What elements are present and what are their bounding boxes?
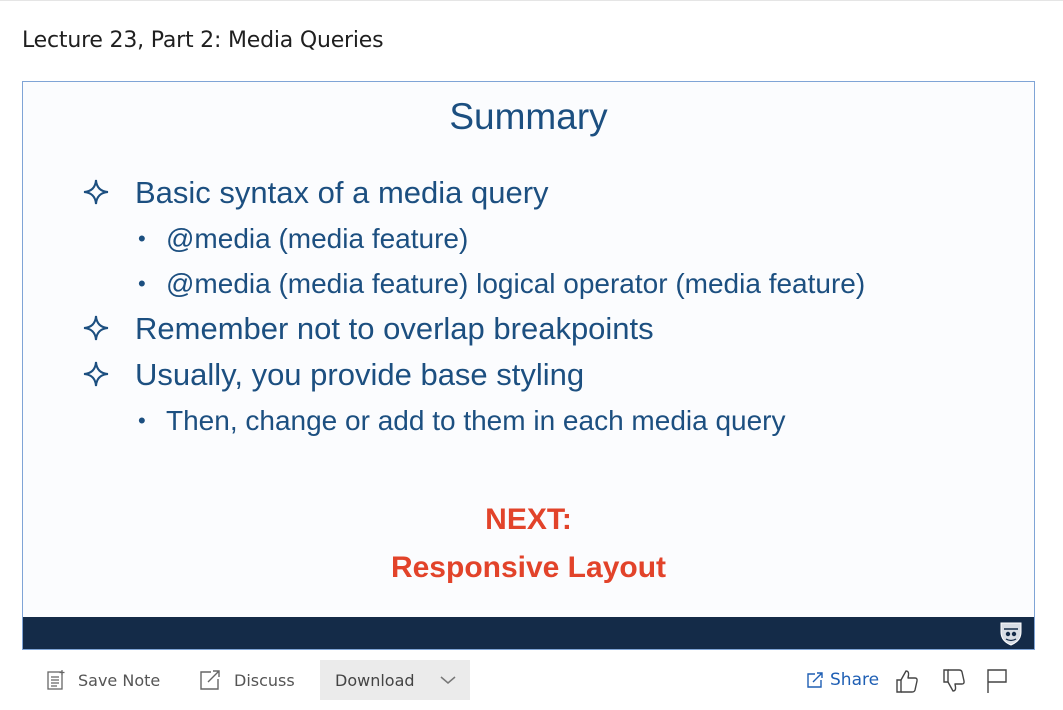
download-label: Download bbox=[335, 670, 415, 690]
slide-bullet: Usually, you provide base styling bbox=[81, 352, 865, 398]
star-bullet-icon bbox=[81, 170, 115, 216]
discuss-label: Discuss bbox=[234, 670, 295, 690]
discuss-button[interactable]: Discuss bbox=[198, 660, 295, 700]
top-divider bbox=[0, 0, 1063, 1]
video-player[interactable]: Summary Basic syntax of a media query • … bbox=[22, 81, 1035, 650]
lecture-title: Lecture 23, Part 2: Media Queries bbox=[22, 28, 384, 53]
chevron-down-icon bbox=[440, 675, 456, 685]
slide-sub-bullet-text: @media (media feature) logical operator … bbox=[166, 268, 866, 299]
download-dropdown[interactable]: Download bbox=[320, 660, 470, 700]
star-bullet-icon bbox=[81, 306, 115, 352]
next-label: NEXT: bbox=[485, 503, 572, 536]
slide-sub-bullet-text: @media (media feature) bbox=[166, 223, 469, 254]
slide-bullet-text: Remember not to overlap breakpoints bbox=[135, 311, 654, 346]
slide-bullet-text: Basic syntax of a media query bbox=[135, 175, 549, 210]
next-title: Responsive Layout bbox=[390, 551, 667, 584]
star-bullet-icon bbox=[81, 352, 115, 398]
external-link-icon bbox=[198, 668, 222, 692]
university-crest-icon bbox=[998, 620, 1024, 649]
slide-sub-bullet: • @media (media feature) bbox=[81, 216, 865, 261]
thumbs-down-icon[interactable] bbox=[941, 668, 967, 699]
slide-footer-bar bbox=[23, 617, 1034, 649]
lecture-toolbar: Save Note Discuss Download Share bbox=[0, 650, 1063, 710]
slide-bullet-list: Basic syntax of a media query • @media (… bbox=[81, 170, 865, 443]
dot-bullet-icon: • bbox=[138, 271, 146, 296]
flag-icon[interactable] bbox=[985, 668, 1009, 699]
slide-title: Summary bbox=[449, 96, 608, 137]
slide-bullet: Basic syntax of a media query bbox=[81, 170, 865, 216]
dot-bullet-icon: • bbox=[138, 408, 146, 433]
share-label: Share bbox=[830, 670, 880, 690]
dot-bullet-icon: • bbox=[138, 226, 146, 251]
thumbs-up-icon[interactable] bbox=[894, 668, 920, 699]
slide-sub-bullet: • @media (media feature) logical operato… bbox=[81, 261, 865, 306]
slide-sub-bullet: • Then, change or add to them in each me… bbox=[81, 398, 865, 443]
share-icon bbox=[806, 671, 824, 689]
save-note-label: Save Note bbox=[78, 670, 161, 690]
slide-sub-bullet-text: Then, change or add to them in each medi… bbox=[166, 405, 786, 436]
slide-bullet: Remember not to overlap breakpoints bbox=[81, 306, 865, 352]
save-note-button[interactable]: Save Note bbox=[46, 660, 160, 700]
share-button[interactable]: Share bbox=[806, 660, 879, 700]
note-icon bbox=[46, 669, 66, 691]
next-lecture-block: NEXT: Responsive Layout bbox=[23, 496, 1034, 592]
slide-bullet-text: Usually, you provide base styling bbox=[135, 357, 585, 392]
